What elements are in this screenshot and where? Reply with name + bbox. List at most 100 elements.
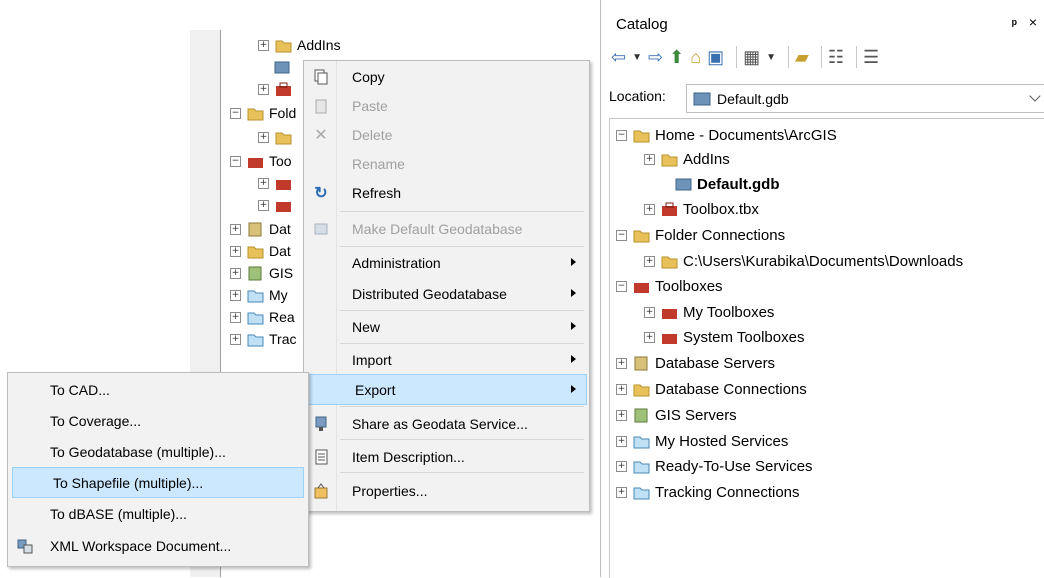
bg-tree-item-database-servers[interactable]: + Dat (230, 218, 291, 240)
menu-item-share-geodata[interactable]: Share as Geodata Service... (306, 409, 586, 438)
bg-tree-item-hosted-services[interactable]: + My (230, 284, 288, 306)
expand-icon[interactable]: + (258, 131, 269, 143)
tracking-connection-icon (247, 334, 264, 346)
tree-item-downloads[interactable]: + C:\Users\Kurabika\Documents\Downloads (644, 249, 963, 273)
bg-tree-item-my-toolboxes[interactable]: + (258, 172, 297, 194)
tree-item-toolbox-tbx[interactable]: + Toolbox.tbx (644, 197, 759, 221)
bg-tree-item-tracking[interactable]: + Trac (230, 328, 296, 350)
folder-icon (275, 132, 292, 144)
views-icon[interactable]: ▦ (743, 45, 760, 69)
collapse-icon[interactable]: − (230, 107, 241, 119)
menu-item-make-default-gdb[interactable]: Make Default Geodatabase (306, 214, 586, 243)
expand-icon[interactable]: + (230, 311, 241, 323)
context-menu: Copy Paste ✕ Delete Rename ↻ Refresh Mak… (303, 60, 590, 512)
expand-icon[interactable]: + (230, 267, 241, 279)
submenu-item-to-geodatabase[interactable]: To Geodatabase (multiple)... (10, 437, 306, 466)
default-gdb-icon[interactable]: ▣ (707, 45, 724, 69)
tree-item-gis-servers[interactable]: + GIS Servers (616, 403, 737, 427)
collapse-icon[interactable]: − (616, 129, 627, 141)
toggle-contents-icon[interactable]: ☷ (828, 45, 844, 69)
expand-icon[interactable]: + (616, 409, 627, 421)
expand-icon[interactable]: + (258, 39, 269, 51)
pin-icon[interactable]: ᵖ (1012, 16, 1017, 31)
location-combobox[interactable]: Default.gdb (686, 84, 1044, 113)
back-icon[interactable]: ⇦ (611, 45, 626, 69)
bg-tree-item-database-connections[interactable]: + Dat (230, 240, 291, 262)
collapse-icon[interactable]: − (616, 229, 627, 241)
expand-icon[interactable]: + (644, 153, 655, 165)
expand-icon[interactable]: + (644, 331, 655, 343)
delete-icon: ✕ (314, 126, 328, 144)
menu-item-administration[interactable]: Administration (306, 248, 586, 277)
menu-item-delete[interactable]: ✕ Delete (306, 120, 586, 149)
submenu-item-xml-workspace[interactable]: XML Workspace Document... (10, 531, 306, 560)
tree-item-addins[interactable]: + AddIns (644, 147, 730, 171)
submenu-item-to-cad[interactable]: To CAD... (10, 375, 306, 404)
collapse-icon[interactable]: − (230, 155, 241, 167)
expand-icon[interactable]: + (230, 333, 241, 345)
tree-item-system-toolboxes[interactable]: + System Toolboxes (644, 325, 804, 349)
ready-services-icon (633, 461, 650, 473)
expand-icon[interactable]: + (616, 460, 627, 472)
expand-icon[interactable]: + (616, 486, 627, 498)
menu-item-export[interactable]: Export (308, 374, 587, 405)
bg-tree-item-system-toolboxes[interactable]: + (258, 194, 297, 216)
database-server-icon (634, 356, 648, 370)
bg-tree-item-downloads[interactable]: + (258, 126, 297, 148)
ready-services-icon (247, 312, 264, 324)
back-dropdown-icon[interactable]: ▼ (632, 45, 642, 69)
expand-icon[interactable]: + (258, 177, 269, 189)
connect-folder-icon[interactable]: ▰ (795, 45, 809, 69)
expand-icon[interactable]: + (644, 306, 655, 318)
expand-icon[interactable]: + (230, 223, 241, 235)
bg-tree-item-addins[interactable]: + AddIns (258, 34, 341, 56)
submenu-item-to-dbase[interactable]: To dBASE (multiple)... (10, 499, 306, 528)
submenu-item-to-coverage[interactable]: To Coverage... (10, 406, 306, 435)
collapse-icon[interactable]: − (616, 280, 627, 292)
menu-item-paste[interactable]: Paste (306, 91, 586, 120)
expand-icon[interactable]: + (230, 245, 241, 257)
views-dropdown-icon[interactable]: ▼ (766, 45, 776, 69)
chevron-down-icon[interactable] (1029, 90, 1041, 102)
menu-item-rename[interactable]: Rename (306, 149, 586, 178)
bg-tree-item-toolbox[interactable]: + (258, 78, 297, 100)
tree-item-database-connections[interactable]: + Database Connections (616, 377, 807, 401)
tree-item-database-servers[interactable]: + Database Servers (616, 351, 775, 375)
menu-item-copy[interactable]: Copy (306, 62, 586, 91)
tree-item-folder-connections[interactable]: − Folder Connections (616, 223, 785, 247)
tree-item-ready-services[interactable]: + Ready-To-Use Services (616, 454, 813, 478)
menu-item-item-description[interactable]: Item Description... (306, 442, 586, 471)
menu-item-distributed-gdb[interactable]: Distributed Geodatabase (306, 279, 586, 308)
bg-tree-item-gis-servers[interactable]: + GIS (230, 262, 293, 284)
bg-tree-item-default-gdb[interactable] (274, 56, 296, 78)
menu-item-new[interactable]: New (306, 312, 586, 341)
tree-item-tracking-connections[interactable]: + Tracking Connections (616, 480, 800, 504)
folder-icon (661, 154, 678, 166)
tree-item-hosted-services[interactable]: + My Hosted Services (616, 429, 788, 453)
expand-icon[interactable]: + (644, 203, 655, 215)
expand-icon[interactable]: + (644, 255, 655, 267)
expand-icon[interactable]: + (258, 83, 269, 95)
menu-item-import[interactable]: Import (306, 345, 586, 374)
menu-item-refresh[interactable]: ↻ Refresh (306, 178, 586, 207)
close-icon[interactable]: × (1029, 14, 1037, 30)
home-icon[interactable]: ⌂ (690, 45, 701, 69)
expand-icon[interactable]: + (616, 435, 627, 447)
expand-icon[interactable]: + (230, 289, 241, 301)
bg-tree-item-ready-services[interactable]: + Rea (230, 306, 295, 328)
tree-item-my-toolboxes[interactable]: + My Toolboxes (644, 300, 774, 324)
up-one-level-icon[interactable]: ⬆ (669, 45, 684, 69)
menu-item-properties[interactable]: Properties... (306, 476, 586, 505)
bg-tree-item-toolboxes[interactable]: − Too (230, 150, 292, 172)
forward-icon[interactable]: ⇨ (648, 45, 663, 69)
bg-tree-item-folder-connections[interactable]: − Fold (230, 102, 296, 124)
tree-item-toolboxes[interactable]: − Toolboxes (616, 274, 723, 298)
expand-icon[interactable]: + (258, 199, 269, 211)
geodatabase-icon (274, 61, 290, 73)
tree-item-home[interactable]: − Home - Documents\ArcGIS (616, 123, 837, 147)
tree-item-default-gdb[interactable]: Default.gdb (675, 172, 780, 196)
submenu-item-to-shapefile[interactable]: To Shapefile (multiple)... (12, 467, 304, 498)
expand-icon[interactable]: + (616, 383, 627, 395)
expand-icon[interactable]: + (616, 357, 627, 369)
options-icon[interactable]: ☰ (863, 45, 879, 69)
